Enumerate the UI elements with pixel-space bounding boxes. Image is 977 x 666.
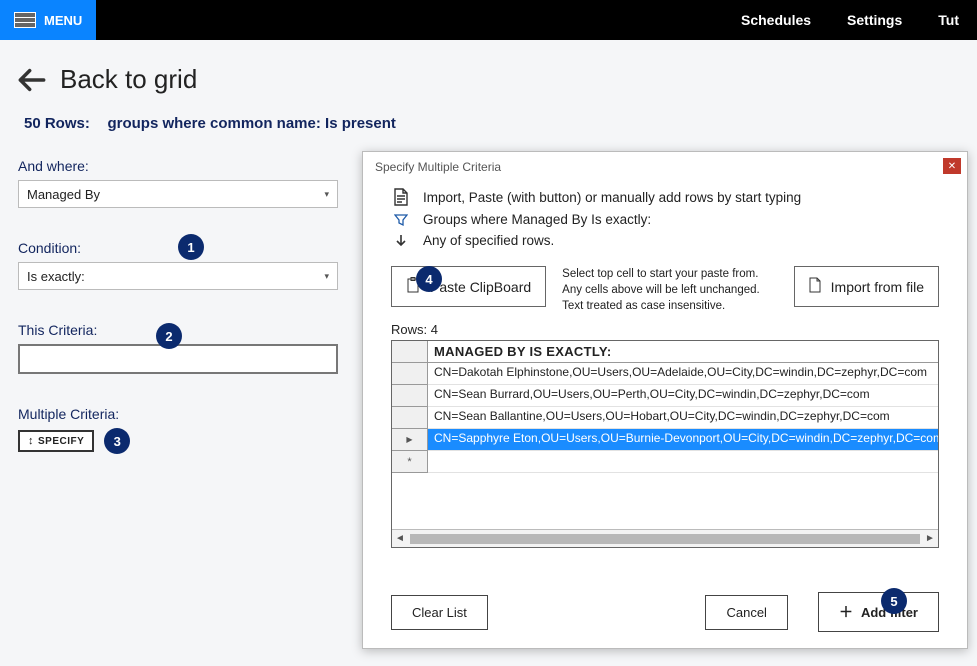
scroll-right-icon[interactable]: ► [922,533,938,544]
row-count-label: 50 Rows: [24,115,90,132]
specify-button[interactable]: ↕ SPECIFY [18,430,94,452]
query-summary: 50 Rows: groups where common name: Is pr… [24,115,959,132]
row-header[interactable] [392,385,428,407]
import-from-file-button[interactable]: Import from file [794,266,939,307]
nav-schedules[interactable]: Schedules [723,0,829,40]
row-header[interactable] [392,407,428,429]
cancel-button[interactable]: Cancel [705,595,787,630]
chevron-down-icon: ▾ [324,189,329,200]
condition-dropdown[interactable]: Is exactly: ▾ [18,262,338,290]
arrow-down-icon [391,234,411,248]
callout-2: 2 [156,323,182,349]
column-header[interactable]: MANAGED BY IS EXACTLY: [428,341,938,363]
grid-cell[interactable]: CN=Sapphyre Eton,OU=Users,OU=Burnie-Devo… [428,429,938,451]
hamburger-icon [14,12,36,28]
table-row[interactable]: CN=Sean Ballantine,OU=Users,OU=Hobart,OU… [392,407,938,429]
add-filter-button[interactable]: ＋ Add filter [818,592,939,632]
paste-clipboard-button[interactable]: Paste ClipBoard [391,266,546,307]
menu-label: MENU [44,13,82,28]
grid-corner [392,341,428,363]
callout-3: 3 [104,428,130,454]
callout-5: 5 [881,588,907,614]
document-icon [391,188,411,206]
specify-icon: ↕ [28,435,34,447]
top-bar: MENU Schedules Settings Tut [0,0,977,40]
menu-button[interactable]: MENU [0,0,96,40]
back-arrow-icon[interactable] [18,68,46,92]
plus-icon: ＋ [839,602,853,622]
scroll-left-icon[interactable]: ◄ [392,533,408,544]
import-label: Import from file [831,279,924,295]
condition-value: Is exactly: [27,269,85,284]
file-icon [809,277,821,296]
dialog-info-3: Any of specified rows. [423,233,554,248]
grid-horizontal-scrollbar[interactable]: ◄ ► [392,529,938,547]
table-row[interactable]: CN=Dakotah Elphinstone,OU=Users,OU=Adela… [392,363,938,385]
top-nav: Schedules Settings Tut [723,0,977,40]
page-title: Back to grid [60,64,197,95]
nav-tutorials[interactable]: Tut [920,0,977,40]
close-icon[interactable]: ✕ [943,158,961,174]
and-where-dropdown[interactable]: Managed By ▾ [18,180,338,208]
filter-icon [391,213,411,227]
dialog-info-1: Import, Paste (with button) or manually … [423,190,801,205]
criteria-grid[interactable]: MANAGED BY IS EXACTLY: CN=Dakotah Elphin… [391,340,939,548]
grid-cell[interactable]: CN=Dakotah Elphinstone,OU=Users,OU=Adela… [428,363,938,385]
new-row-cell[interactable] [428,451,938,473]
callout-4: 4 [416,266,442,292]
new-row-marker[interactable]: * [392,451,428,473]
table-row[interactable]: CN=Sean Burrard,OU=Users,OU=Perth,OU=Cit… [392,385,938,407]
clear-list-button[interactable]: Clear List [391,595,488,630]
dialog-title: Specify Multiple Criteria [363,152,967,182]
dialog-info-2: Groups where Managed By Is exactly: [423,212,651,227]
grid-cell[interactable]: CN=Sean Burrard,OU=Users,OU=Perth,OU=Cit… [428,385,938,407]
callout-1: 1 [178,234,204,260]
row-header[interactable] [392,363,428,385]
specify-label: SPECIFY [38,436,84,447]
row-header[interactable] [392,429,428,451]
rows-count-label: Rows: 4 [391,322,939,337]
paste-label: Paste ClipBoard [430,279,531,295]
this-criteria-input[interactable] [18,344,338,374]
grid-cell[interactable]: CN=Sean Ballantine,OU=Users,OU=Hobart,OU… [428,407,938,429]
specify-criteria-dialog: Specify Multiple Criteria ✕ Import, Past… [362,151,968,649]
paste-help-text: Select top cell to start your paste from… [562,266,777,314]
nav-settings[interactable]: Settings [829,0,920,40]
and-where-value: Managed By [27,187,100,202]
table-row[interactable]: CN=Sapphyre Eton,OU=Users,OU=Burnie-Devo… [392,429,938,451]
query-text: groups where common name: Is present [107,115,395,132]
chevron-down-icon: ▾ [324,271,329,282]
